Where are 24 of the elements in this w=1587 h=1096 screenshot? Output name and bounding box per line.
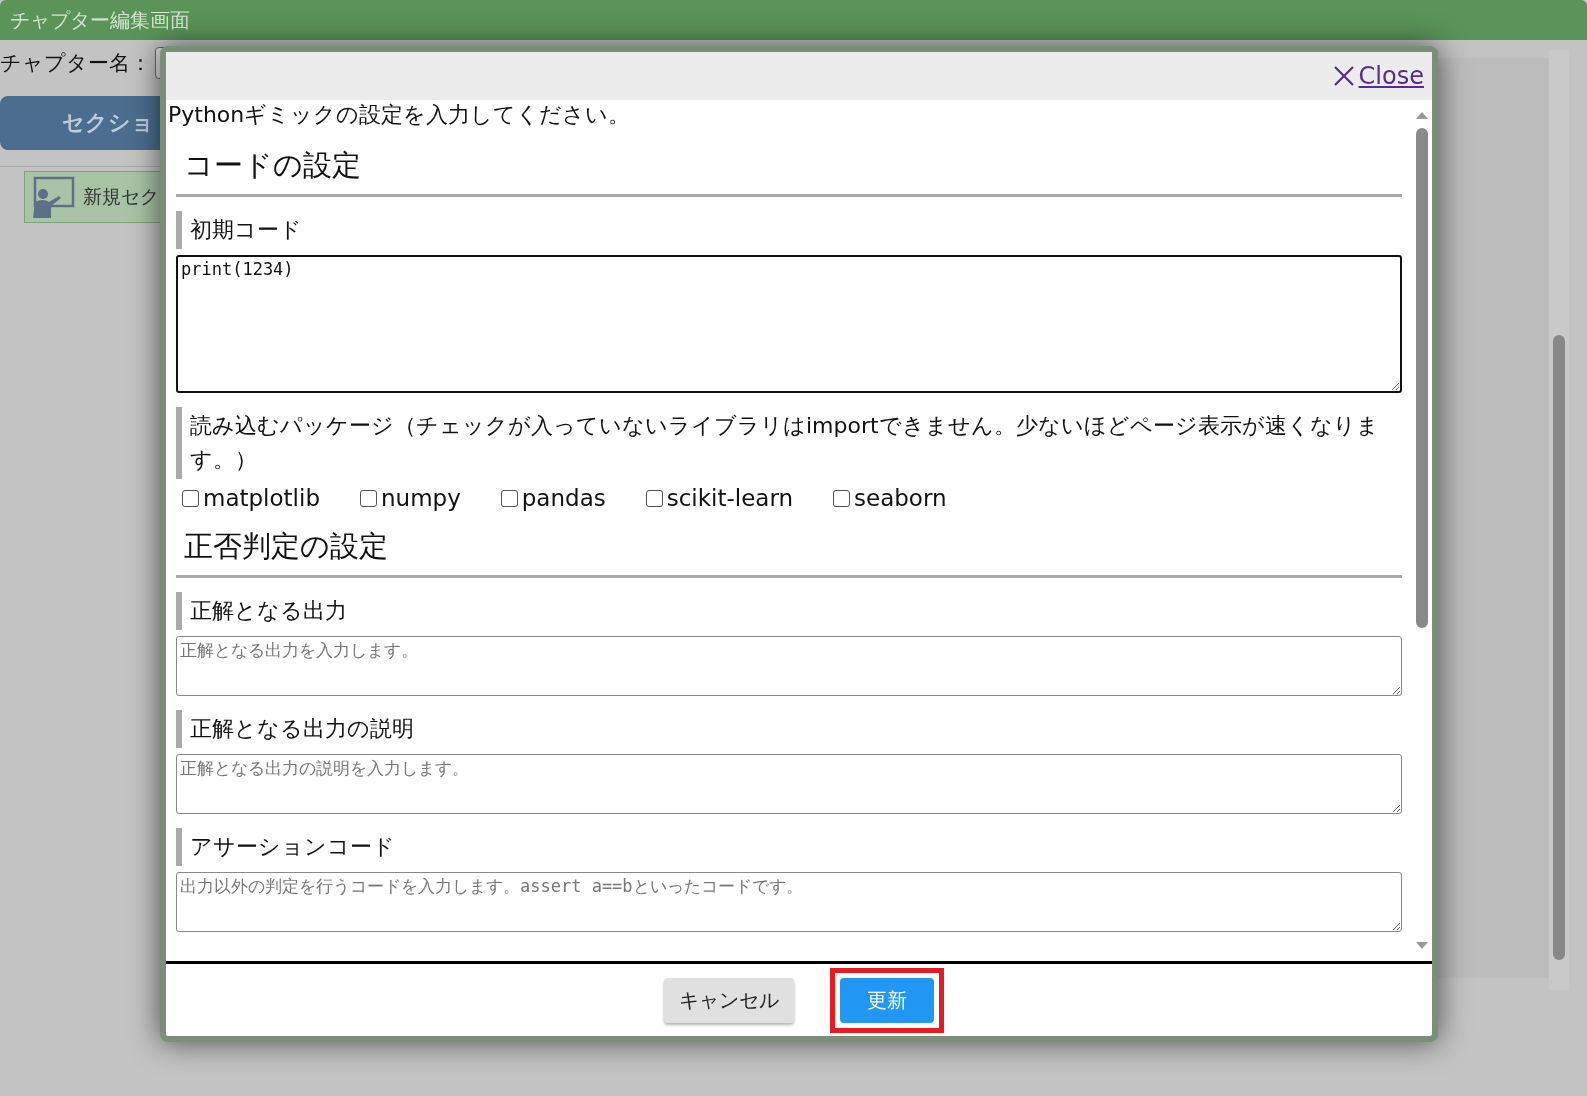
dialog-button[interactable]: キャンセル [664,977,794,1023]
field-label: 正解となる出力 [176,592,1402,630]
checkbox-option[interactable]: scikit-learn [645,485,794,511]
section-heading: コードの設定 [176,140,1402,197]
checkbox-option[interactable]: seaborn [833,485,947,511]
checkbox-option[interactable]: matplotlib [182,485,320,511]
text-area[interactable]: 正解となる出力を入力します。 [176,636,1402,696]
page-scrollbar[interactable] [1549,50,1569,990]
checkbox-option[interactable]: numpy [360,485,461,511]
scroll-up-icon [1415,110,1429,120]
text-area[interactable]: 出力以外の判定を行うコードを入力します。assert a==bといったコードです。 [176,872,1402,932]
field-label: 正解となる出力の説明 [176,710,1402,748]
field-label: 読み込むパッケージ（チェックが入っていないライブラリはimportできません。少ないほどページ表示が速くなります。） [176,407,1402,479]
text-area[interactable]: print(1234) [176,255,1402,393]
checkbox-option[interactable]: pandas [500,485,606,511]
close-link[interactable]: Close [1332,62,1424,90]
scroll-down-icon [1415,941,1429,951]
chapter-name-label: チャプター名： [0,50,151,77]
text-area[interactable]: 正解となる出力の説明を入力します。 [176,754,1402,814]
field-label: 初期コード [176,211,1402,249]
section-heading: 正否判定の設定 [176,521,1402,578]
field-label: アサーションコード [176,828,1402,866]
page-title: チャプター編集画面 [10,6,190,34]
close-icon [1332,65,1355,87]
